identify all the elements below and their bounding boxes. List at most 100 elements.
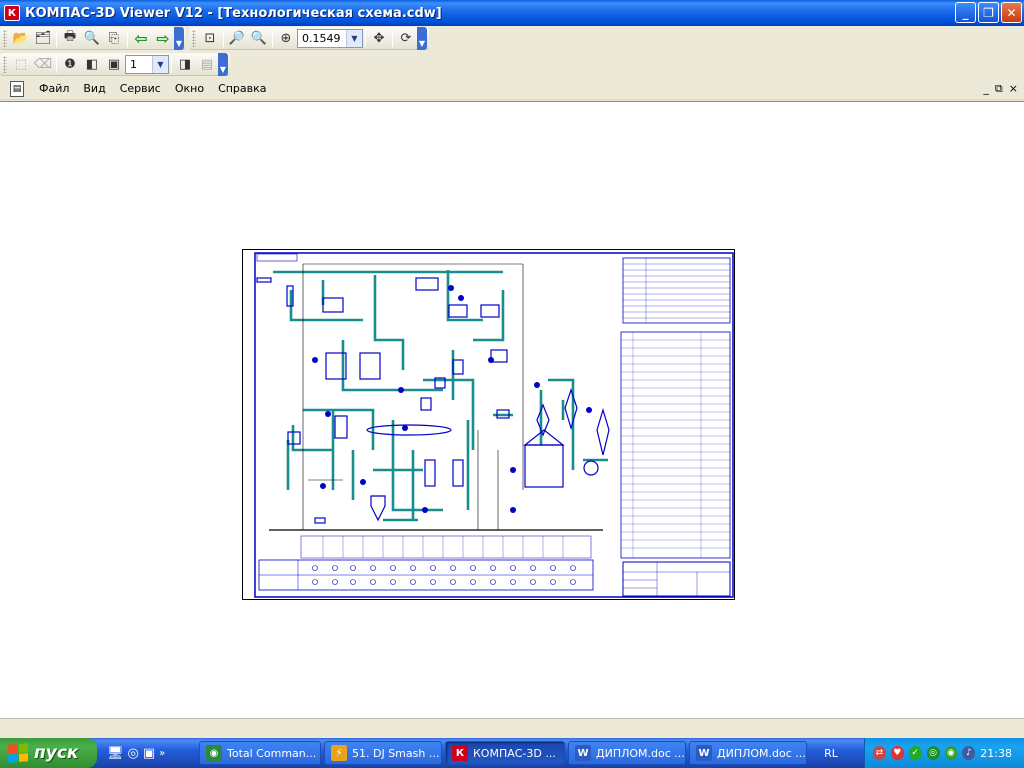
language-indicator[interactable]: RL (818, 747, 844, 760)
toolbar-group-pages: ⬚ ⌫ ❶ ◧ ▣ 1 ▼ ◨ ▤ ▼ (0, 52, 230, 76)
arrow-right-icon[interactable]: ⇨ (152, 28, 174, 49)
prev-page-icon[interactable]: ◧ (81, 54, 103, 75)
start-label: пуск (34, 743, 79, 763)
horizontal-scrollbar[interactable] (0, 718, 1024, 734)
task-word-1[interactable]: W ДИПЛОМ.doc ... (568, 741, 686, 765)
title-block (622, 561, 731, 597)
task-winamp[interactable]: ⚡ 51. DJ Smash ... (324, 741, 442, 765)
zoom-scale-value: 0.1549 (302, 31, 341, 45)
quick-launch: 🖥 ◎ ▣ » (107, 746, 199, 761)
refresh-icon[interactable]: ⟳ (395, 28, 417, 49)
last-page-icon[interactable]: ▤ (196, 54, 218, 75)
windows-flag-icon (8, 743, 28, 763)
task-label: 51. DJ Smash ... (352, 746, 440, 760)
clock[interactable]: 21:38 (980, 747, 1012, 760)
chevron-down-icon[interactable]: ▼ (152, 55, 168, 73)
network-icon[interactable]: ⇄ (873, 746, 886, 760)
toolbar-grip[interactable] (3, 55, 7, 73)
show-desktop-icon[interactable]: 🖥 (107, 746, 124, 761)
toolbar-separator (56, 29, 57, 47)
mdi-restore-button[interactable]: ⧉ (995, 82, 1003, 96)
browser-icon[interactable]: ◎ (128, 746, 139, 761)
toolbar-group-zoom: ⊡ 🔎 🔍 ⊕ 0.1549 ▼ ✥ ⟳ ▼ (189, 26, 429, 50)
task-total-commander[interactable]: ◉ Total Comman... (199, 741, 321, 765)
page-toolbar: ⬚ ⌫ ❶ ◧ ▣ 1 ▼ ◨ ▤ ▼ (0, 52, 1024, 77)
drawing-sheet[interactable] (242, 249, 735, 600)
copy-icon[interactable]: ⎘ (103, 28, 125, 49)
zoom-fit-icon[interactable]: 🔍 (248, 28, 270, 49)
all-pages-icon[interactable]: ▣ (103, 54, 125, 75)
toolbar-separator (127, 29, 128, 47)
instrument-columns (300, 535, 592, 559)
toolbar-separator (272, 29, 273, 47)
pan-icon[interactable]: ✥ (368, 28, 390, 49)
equipment (256, 277, 610, 524)
print-icon[interactable]: 🖶 (59, 28, 81, 49)
menu-window[interactable]: Окно (168, 82, 211, 95)
system-tray: ⇄ ♥ ✓ ◎ ◉ ♪ 21:38 (864, 738, 1024, 768)
kompas-icon: К (452, 745, 468, 761)
task-label: КОМПАС-3D ... (473, 746, 556, 760)
menu-bar: ▤ Файл Вид Сервис Окно Справка _ ⧉ × (0, 78, 1024, 100)
standard-toolbar: 📂 🗂 🖶 🔍 ⎘ ⇦ ⇨ ▼ ⊡ 🔎 🔍 ⊕ 0.1549 ▼ ✥ ⟳ ▼ (0, 26, 1024, 51)
minimize-button[interactable]: _ (955, 2, 976, 23)
open-recent-icon[interactable]: 🗂 (32, 28, 54, 49)
stamp-top-left (256, 253, 298, 262)
menu-file[interactable]: Файл (32, 82, 76, 95)
connection-icon[interactable]: ◎ (926, 746, 940, 760)
maximize-button[interactable]: ❐ (978, 2, 999, 23)
toolbar-grip[interactable] (3, 29, 7, 47)
legend-table (622, 257, 731, 324)
volume-icon[interactable]: ♪ (962, 746, 976, 760)
first-page-icon[interactable]: ❶ (59, 54, 81, 75)
update-icon[interactable]: ◉ (944, 746, 958, 760)
winamp-icon: ⚡ (331, 745, 347, 761)
mdi-close-button[interactable]: × (1009, 82, 1018, 96)
page-number-combo[interactable]: 1 ▼ (125, 54, 169, 74)
next-page-icon[interactable]: ◨ (174, 54, 196, 75)
toolbar-separator (223, 29, 224, 47)
toolbar-grip[interactable] (192, 29, 196, 47)
zoom-scale-combo[interactable]: 0.1549 ▼ (297, 28, 363, 48)
chevron-down-icon[interactable]: ▼ (346, 29, 362, 47)
antivirus-icon[interactable]: ♥ (890, 746, 904, 760)
toolbar-group-file: 📂 🗂 🖶 🔍 ⎘ ⇦ ⇨ ▼ (0, 26, 186, 50)
page-number-value: 1 (130, 57, 137, 71)
total-commander-icon: ◉ (206, 745, 222, 761)
quick-launch-chevron-icon[interactable]: » (159, 748, 165, 759)
toolbar-overflow-chevron[interactable]: ▼ (218, 52, 228, 76)
word-icon: W (696, 745, 712, 761)
kompas-app-icon[interactable]: К (4, 5, 20, 21)
task-label: ДИПЛОМ.doc ... (717, 746, 806, 760)
toolbar-overflow-chevron[interactable]: ▼ (417, 26, 427, 50)
shield-icon[interactable]: ✓ (908, 746, 922, 760)
print-preview-icon[interactable]: 🔍 (81, 28, 103, 49)
select-icon[interactable]: ⬚ (10, 54, 32, 75)
process-scheme-svg (254, 252, 734, 598)
toolbar-separator (365, 29, 366, 47)
toolbar-overflow-chevron[interactable]: ▼ (174, 26, 184, 50)
toolbar-separator (56, 55, 57, 73)
menu-service[interactable]: Сервис (113, 82, 168, 95)
task-label: Total Comman... (227, 746, 317, 760)
window-title: КОМПАС-3D Viewer V12 - [Технологическая … (25, 5, 442, 21)
media-icon[interactable]: ▣ (143, 746, 155, 761)
open-file-icon[interactable]: 📂 (10, 28, 32, 49)
task-kompas[interactable]: К КОМПАС-3D ... (445, 741, 565, 765)
taskbar: пуск 🖥 ◎ ▣ » ◉ Total Comman... ⚡ 51. DJ … (0, 738, 1024, 768)
menu-help[interactable]: Справка (211, 82, 273, 95)
document-icon[interactable]: ▤ (10, 80, 24, 97)
zoom-window-icon[interactable]: ⊡ (199, 28, 221, 49)
arrow-left-icon[interactable]: ⇦ (130, 28, 152, 49)
eraser-icon[interactable]: ⌫ (32, 54, 54, 75)
menu-view[interactable]: Вид (76, 82, 112, 95)
title-bar[interactable]: К КОМПАС-3D Viewer V12 - [Технологическа… (0, 0, 1024, 26)
drawing-canvas[interactable] (0, 101, 1024, 718)
zoom-all-icon[interactable]: 🔎 (226, 28, 248, 49)
mdi-minimize-button[interactable]: _ (983, 82, 989, 96)
start-button[interactable]: пуск (0, 738, 97, 768)
close-button[interactable]: ✕ (1001, 2, 1022, 23)
task-word-2[interactable]: W ДИПЛОМ.doc ... (689, 741, 807, 765)
zoom-in-icon[interactable]: ⊕ (275, 28, 297, 49)
task-label: ДИПЛОМ.doc ... (596, 746, 685, 760)
